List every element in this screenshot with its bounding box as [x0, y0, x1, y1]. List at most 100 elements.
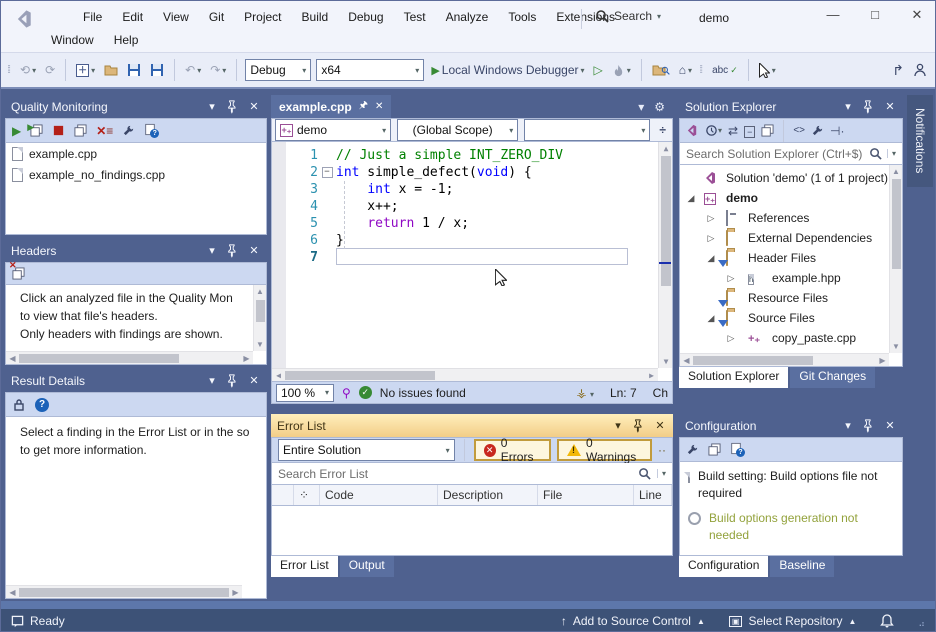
scope-dropdown[interactable]: (Global Scope)▾ — [397, 119, 518, 141]
preview-selected-icon[interactable]: ⊣· — [830, 124, 844, 138]
close-icon[interactable]: ✕ — [883, 419, 897, 433]
tree-item-resource-files[interactable]: Resource Files — [680, 288, 902, 308]
menu-build[interactable]: Build — [292, 8, 339, 26]
quality-monitoring-titlebar[interactable]: Quality Monitoring ▾ ✕ — [5, 95, 267, 118]
gear-icon[interactable]: ⚙ — [654, 100, 665, 114]
tree-item-copy-paste-cpp[interactable]: ▷+₊copy_paste.cpp — [680, 328, 902, 348]
tree-item-example-hpp[interactable]: ▷hexample.hpp — [680, 268, 902, 288]
expander-closed-icon[interactable]: ▷ — [726, 273, 736, 284]
resize-grip[interactable]: ⣠ — [918, 616, 925, 627]
tree-item-solution-demo-1-of-1-project-[interactable]: Solution 'demo' (1 of 1 project) — [680, 168, 902, 188]
close-icon[interactable]: ✕ — [883, 100, 897, 114]
solution-explorer-shortcut-button[interactable]: ⌂▾ — [677, 58, 694, 82]
menu-project[interactable]: Project — [234, 8, 291, 26]
pending-changes-filter-icon[interactable]: ▾ — [705, 124, 722, 137]
switch-views-icon[interactable] — [686, 124, 699, 137]
pin-icon[interactable] — [632, 419, 646, 433]
horizontal-scrollbar[interactable]: ◀▶ — [6, 585, 242, 598]
help-icon[interactable]: ? — [35, 398, 49, 412]
expander-open-icon[interactable]: ◢ — [706, 313, 716, 324]
configuration-item[interactable]: Build setting: Build options file not re… — [680, 462, 902, 504]
pin-icon[interactable] — [862, 100, 876, 114]
intellicode-icon[interactable]: ⚲ — [342, 386, 351, 400]
member-dropdown[interactable]: ▾ — [524, 119, 650, 141]
error-list-titlebar[interactable]: Error List ▾ ✕ — [271, 414, 673, 437]
analyzed-file-item[interactable]: example_no_findings.cpp — [6, 164, 266, 185]
solution-tab-git-changes[interactable]: Git Changes — [790, 367, 875, 388]
split-window-icon[interactable]: ÷ — [656, 123, 669, 137]
window-position-icon[interactable]: ▾ — [841, 100, 855, 114]
menu-edit[interactable]: Edit — [112, 8, 153, 26]
run-analysis-icon[interactable]: ▶ — [12, 124, 21, 138]
solution-platform-dropdown[interactable]: x64▾ — [316, 59, 424, 81]
window-position-icon[interactable]: ▾ — [205, 244, 219, 258]
search-options-dropdown-icon[interactable]: ▾ — [657, 469, 666, 478]
horizontal-scrollbar[interactable]: ◀▶ — [680, 353, 889, 366]
redo-button[interactable]: ↷▾ — [208, 58, 228, 82]
hot-reload-button[interactable]: ▾ — [610, 58, 633, 82]
select-repository-button[interactable]: ▣ Select Repository ▲ — [729, 614, 857, 628]
code-line-5[interactable]: 5 return 1 / x; — [272, 215, 672, 232]
code-line-2[interactable]: 2−int simple_defect(void) { — [272, 164, 672, 181]
configuration-item[interactable]: Build options generation not needed — [680, 504, 902, 546]
close-icon[interactable]: ✕ — [653, 419, 667, 433]
solution-explorer-search[interactable]: Search Solution Explorer (Ctrl+$) ▾ — [679, 143, 903, 165]
editor-vertical-scrollbar[interactable]: ▲ ▼ — [658, 142, 672, 368]
menu-file[interactable]: File — [73, 8, 112, 26]
tree-item-references[interactable]: ▷References — [680, 208, 902, 228]
errorlist-tab-output[interactable]: Output — [340, 556, 394, 577]
column-header-description[interactable]: Description — [438, 485, 538, 505]
lock-icon[interactable] — [12, 398, 26, 412]
navigate-forward-button[interactable]: ⟳ — [43, 58, 57, 82]
new-project-button[interactable]: ＋▾ — [74, 58, 97, 82]
column-header-code[interactable]: Code — [320, 485, 438, 505]
properties-window-icon[interactable] — [761, 124, 774, 137]
column-header-blank[interactable] — [272, 485, 294, 505]
menu-test[interactable]: Test — [394, 8, 436, 26]
minimize-button[interactable]: — — [823, 7, 843, 23]
menu-help[interactable]: Help — [104, 31, 149, 49]
column-header-severity-icon[interactable]: ⁘ — [294, 485, 320, 505]
add-to-source-control-button[interactable]: ↑ Add to Source Control ▲ — [561, 614, 705, 628]
code-editor[interactable]: 1// Just a simple INT_ZERO_DIV2−int simp… — [271, 142, 673, 382]
code-line-1[interactable]: 1// Just a simple INT_ZERO_DIV — [272, 147, 672, 164]
scope-filter-dropdown[interactable]: Entire Solution▾ — [278, 439, 455, 461]
notifications-bell-button[interactable] — [880, 614, 894, 628]
error-list-search[interactable]: Search Error List ▾ — [271, 463, 673, 485]
run-analysis-file-icon[interactable]: ▶ — [30, 124, 43, 137]
zoom-level-dropdown[interactable]: 100 %▾ — [276, 384, 334, 402]
collapse-all-icon[interactable]: − — [744, 124, 755, 138]
errorlist-tab-error-list[interactable]: Error List — [271, 556, 338, 577]
project-dropdown[interactable]: +₊demo▾ — [275, 119, 391, 141]
search-options-dropdown-icon[interactable]: ▾ — [887, 149, 896, 158]
menu-analyze[interactable]: Analyze — [436, 8, 499, 26]
window-position-icon[interactable]: ▾ — [611, 419, 625, 433]
tree-item-header-files[interactable]: ◢Header Files — [680, 248, 902, 268]
properties-icon[interactable] — [811, 124, 824, 137]
vertical-scrollbar[interactable]: ▲▼ — [889, 165, 902, 353]
window-position-icon[interactable]: ▾ — [205, 374, 219, 388]
horizontal-scrollbar[interactable]: ◀▶ — [6, 351, 253, 364]
share-button[interactable]: ↱ — [890, 58, 906, 82]
start-debugging-button[interactable]: ▶ Local Windows Debugger▾ — [429, 58, 586, 82]
result-details-titlebar[interactable]: Result Details ▾ ✕ — [5, 369, 267, 392]
tree-item-source-files[interactable]: ◢Source Files — [680, 308, 902, 328]
expander-open-icon[interactable]: ◢ — [686, 193, 696, 204]
code-line-3[interactable]: 3 int x = -1; — [272, 181, 672, 198]
duplicate-window-icon[interactable] — [74, 124, 87, 137]
pin-icon[interactable] — [862, 419, 876, 433]
close-icon[interactable]: ✕ — [247, 100, 261, 114]
vertical-scrollbar[interactable]: ▲▼ — [253, 285, 266, 351]
close-icon[interactable]: ✕ — [247, 374, 261, 388]
help-book-icon[interactable]: ? — [144, 123, 159, 138]
start-without-debugging-button[interactable]: ▷ — [592, 58, 605, 82]
pin-icon[interactable] — [226, 244, 240, 258]
headers-titlebar[interactable]: Headers ▾ ✕ — [5, 239, 267, 262]
expander-closed-icon[interactable]: ▷ — [706, 213, 716, 224]
save-button[interactable] — [125, 58, 143, 82]
window-position-icon[interactable]: ▾ — [205, 100, 219, 114]
window-position-icon[interactable]: ▾ — [841, 419, 855, 433]
spell-check-button[interactable]: abc✓ — [710, 58, 740, 82]
configuration-titlebar[interactable]: Configuration ▾ ✕ — [679, 414, 903, 437]
code-line-4[interactable]: 4 x++; — [272, 198, 672, 215]
